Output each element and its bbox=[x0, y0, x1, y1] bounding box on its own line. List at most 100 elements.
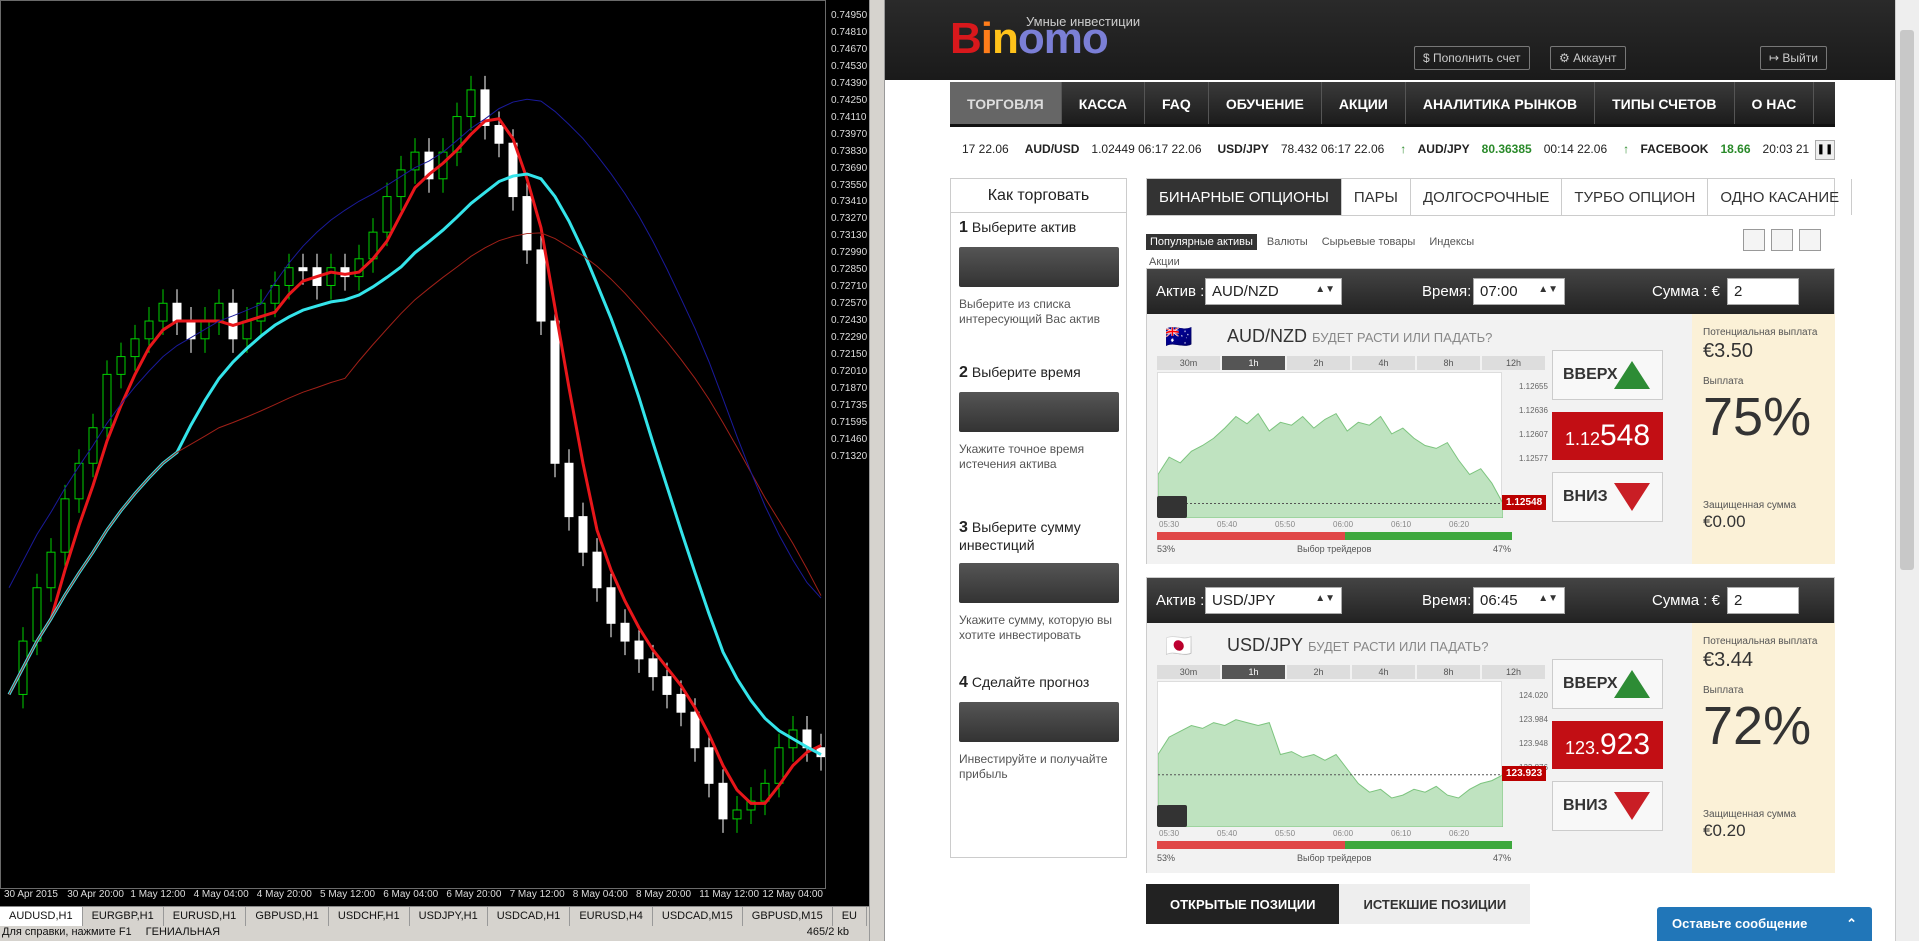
candle-body bbox=[690, 711, 700, 749]
position-tab[interactable]: ОТКРЫТЫЕ ПОЗИЦИИ bbox=[1146, 884, 1340, 924]
ticker-time: 20:03 21.06 bbox=[1762, 142, 1810, 156]
symbol-tab[interactable]: USDCAD,M15 bbox=[653, 907, 743, 926]
deposit-button[interactable]: $ Пополнить счет bbox=[1414, 46, 1530, 70]
price-tag: 1.12548 bbox=[1502, 494, 1547, 510]
symbol-tab[interactable]: USDCHF,H1 bbox=[329, 907, 410, 926]
subtab-stocks[interactable]: Акции bbox=[1149, 256, 1180, 268]
symbol-tab[interactable]: EU bbox=[833, 907, 867, 926]
timeframe-tabs: 30m 1h 2h 4h 8h 12h bbox=[1157, 665, 1545, 679]
mini-x-tick: 05:40 bbox=[1217, 829, 1238, 838]
option-type-tab[interactable]: БИНАРНЫЕ ОПЦИОНЫ bbox=[1147, 179, 1342, 215]
nav-item[interactable]: КАССА bbox=[1062, 82, 1146, 124]
timeframe-tab[interactable]: 8h bbox=[1417, 356, 1480, 370]
ticker-item[interactable]: 17 22.06 bbox=[950, 142, 1017, 156]
price-tick: 0.73970 bbox=[831, 128, 868, 140]
amount-input[interactable]: 2 bbox=[1727, 278, 1799, 305]
option-type-tab[interactable]: ОДНО КАСАНИЕ bbox=[1708, 179, 1853, 215]
asset-select[interactable]: AUD/NZD ▲▼ bbox=[1205, 278, 1342, 305]
symbol-tab[interactable]: EURUSD,H4 bbox=[570, 907, 653, 926]
logout-button[interactable]: ↦ Выйти bbox=[1760, 46, 1827, 70]
timeframe-tab[interactable]: 4h bbox=[1352, 356, 1415, 370]
timeframe-tab[interactable]: 4h bbox=[1352, 665, 1415, 679]
metatrader-window: 0.74950 0.74810 0.74670 0.74530 0.74390 0.742… bbox=[0, 0, 869, 941]
nav-item[interactable]: АНАЛИТИКА РЫНКОВ bbox=[1406, 82, 1596, 124]
step-text: Сделайте прогноз bbox=[971, 674, 1090, 690]
symbol-tab[interactable]: USDCAD,H1 bbox=[488, 907, 571, 926]
candle-body bbox=[620, 622, 630, 642]
time-tick: 5 May 12:00 bbox=[320, 889, 376, 900]
ticker-item[interactable]: AUD/USD 1.02449 06:17 22.06 bbox=[1025, 142, 1210, 156]
scroll-thumb[interactable] bbox=[1900, 30, 1914, 570]
asset-category-tab[interactable]: Сырьевые товары bbox=[1318, 234, 1420, 250]
symbol-tab[interactable]: EURGBP,H1 bbox=[83, 907, 164, 926]
timeframe-tab[interactable]: 1h bbox=[1222, 665, 1285, 679]
mini-chart[interactable] bbox=[1157, 372, 1504, 519]
nav-item[interactable]: ТОРГОВЛЯ bbox=[950, 82, 1062, 124]
leave-message-button[interactable]: Оставьте сообщение ⌃ bbox=[1657, 907, 1872, 941]
mini-x-tick: 06:20 bbox=[1449, 829, 1470, 838]
put-down-button[interactable]: ВНИЗ bbox=[1552, 472, 1663, 522]
symbol-tab[interactable]: AUDUSD,H1 bbox=[0, 907, 83, 926]
price-prefix: 1.12 bbox=[1564, 429, 1600, 449]
mini-x-tick: 06:00 bbox=[1333, 520, 1354, 529]
time-label: Время: bbox=[1422, 592, 1472, 609]
magic-wand-icon[interactable] bbox=[1157, 496, 1187, 518]
account-button[interactable]: ⚙ Аккаунт bbox=[1550, 46, 1626, 70]
asset-title: USD/JPY БУДЕТ РАСТИ ИЛИ ПАДАТЬ? bbox=[1227, 635, 1488, 656]
step-text: Выберите сумму инвестиций bbox=[959, 519, 1081, 553]
asset-category-tab[interactable]: Валюты bbox=[1263, 234, 1312, 250]
option-type-tab[interactable]: ДОЛГОСРОЧНЫЕ bbox=[1411, 179, 1563, 215]
time-tick: 12 May 04:00 bbox=[762, 889, 823, 900]
symbol-tab[interactable]: EURUSD,H1 bbox=[164, 907, 247, 926]
price-chart[interactable] bbox=[0, 0, 826, 889]
nav-item[interactable]: ТИПЫ СЧЕТОВ bbox=[1595, 82, 1735, 124]
time-select[interactable]: 06:45 ▲▼ bbox=[1473, 587, 1565, 614]
window-splitter[interactable] bbox=[869, 0, 885, 941]
asset-category-tab[interactable]: Популярные активы bbox=[1146, 234, 1257, 250]
symbol-tab[interactable]: GBPUSD,H1 bbox=[246, 907, 329, 926]
symbol-tab[interactable]: USDJPY,H1 bbox=[410, 907, 488, 926]
option-type-tab[interactable]: ТУРБО ОПЦИОН bbox=[1562, 179, 1709, 215]
nav-item[interactable]: FAQ bbox=[1145, 82, 1209, 124]
mini-x-tick: 06:10 bbox=[1391, 829, 1412, 838]
amount-input[interactable]: 2 bbox=[1727, 587, 1799, 614]
candle-body bbox=[774, 747, 784, 784]
time-select[interactable]: 07:00 ▲▼ bbox=[1473, 278, 1565, 305]
timeframe-tab[interactable]: 12h bbox=[1482, 356, 1545, 370]
ticker-pause-button[interactable]: ❚❚ bbox=[1815, 140, 1835, 160]
list-view-icon[interactable] bbox=[1743, 229, 1765, 251]
timeframe-tab[interactable]: 2h bbox=[1287, 356, 1350, 370]
asset-select[interactable]: USD/JPY ▲▼ bbox=[1205, 587, 1342, 614]
payout-percent: 75% bbox=[1703, 387, 1812, 447]
timeframe-tab[interactable]: 8h bbox=[1417, 665, 1480, 679]
nav-item[interactable]: О НАС bbox=[1735, 82, 1815, 124]
ticker-item[interactable]: USD/JPY 78.432 06:17 22.06 bbox=[1218, 142, 1393, 156]
mini-x-tick: 05:50 bbox=[1275, 829, 1296, 838]
compact-view-icon[interactable] bbox=[1771, 229, 1793, 251]
mini-chart[interactable] bbox=[1157, 681, 1504, 828]
grid-view-icon[interactable] bbox=[1799, 229, 1821, 251]
ticker-item[interactable]: ↑ AUD/JPY 80.36385 00:14 22.06 bbox=[1400, 142, 1615, 156]
magic-wand-icon[interactable] bbox=[1157, 805, 1187, 827]
page-scrollbar[interactable] bbox=[1895, 0, 1919, 941]
step-text: Выберите актив bbox=[971, 219, 1077, 235]
candle-body bbox=[284, 267, 294, 286]
nav-item[interactable]: АКЦИИ bbox=[1322, 82, 1406, 124]
mini-y-tick: 1.12607 bbox=[1519, 430, 1548, 439]
ticker-item[interactable]: ↑ FACEBOOK 18.66 20:03 21.06 bbox=[1623, 142, 1810, 156]
position-tab[interactable]: ИСТЕКШИЕ ПОЗИЦИИ bbox=[1339, 884, 1531, 924]
timeframe-tab[interactable]: 1h bbox=[1222, 356, 1285, 370]
asset-category-tab[interactable]: Индексы bbox=[1425, 234, 1478, 250]
call-up-button[interactable]: ВВЕРХ bbox=[1552, 350, 1663, 400]
put-down-button[interactable]: ВНИЗ bbox=[1552, 781, 1663, 831]
timeframe-tab[interactable]: 30m bbox=[1157, 356, 1220, 370]
timeframe-tab[interactable]: 12h bbox=[1482, 665, 1545, 679]
price-tick: 0.73830 bbox=[831, 145, 868, 157]
call-up-button[interactable]: ВВЕРХ bbox=[1552, 659, 1663, 709]
protected-label: Защищенная сумма bbox=[1703, 500, 1797, 511]
timeframe-tab[interactable]: 2h bbox=[1287, 665, 1350, 679]
symbol-tab[interactable]: GBPUSD,M15 bbox=[743, 907, 833, 926]
nav-item[interactable]: ОБУЧЕНИЕ bbox=[1209, 82, 1322, 124]
timeframe-tab[interactable]: 30m bbox=[1157, 665, 1220, 679]
option-type-tab[interactable]: ПАРЫ bbox=[1342, 179, 1411, 215]
